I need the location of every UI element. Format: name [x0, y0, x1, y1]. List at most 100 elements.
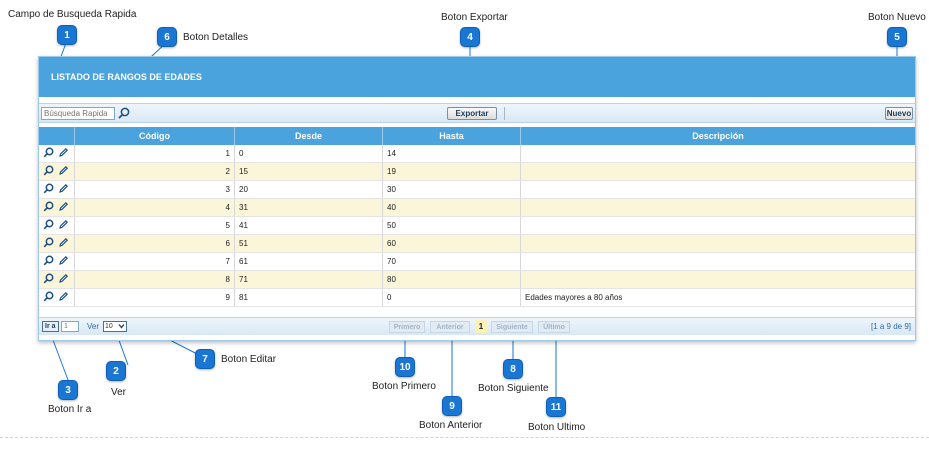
details-icon[interactable]: [43, 291, 54, 304]
callout-badge-5: 5: [887, 27, 907, 47]
callout-label-export: Boton Exportar: [441, 12, 508, 23]
panel-title: LISTADO DE RANGOS DE EDADES: [39, 57, 915, 97]
cell-to: 60: [383, 235, 521, 252]
header-code[interactable]: Código: [75, 127, 235, 145]
cell-desc: [521, 217, 915, 234]
row-actions: [39, 217, 75, 234]
cell-from: 31: [235, 199, 383, 216]
table-row: 4 31 40: [39, 199, 915, 217]
cell-desc: [521, 235, 915, 252]
previous-page-button[interactable]: Anterior: [430, 321, 470, 333]
header-actions: [39, 127, 75, 145]
next-page-button[interactable]: Siguiente: [491, 321, 533, 333]
details-icon[interactable]: [43, 219, 54, 232]
age-ranges-panel: LISTADO DE RANGOS DE EDADES Exportar Nue…: [38, 56, 916, 341]
header-desc[interactable]: Descripción: [521, 127, 915, 145]
details-icon[interactable]: [43, 147, 54, 160]
table-row: 3 20 30: [39, 181, 915, 199]
cell-from: 81: [235, 289, 383, 306]
table-row: 5 41 50: [39, 217, 915, 235]
cell-from: 51: [235, 235, 383, 252]
callout-label-first: Boton Primero: [372, 381, 436, 392]
callout-badge-7: 7: [195, 349, 215, 369]
rows-per-page-value: 10: [105, 323, 113, 330]
current-page: 1: [475, 320, 487, 333]
details-icon[interactable]: [43, 273, 54, 286]
bottom-divider: [0, 437, 929, 438]
cell-desc: [521, 181, 915, 198]
row-actions: [39, 253, 75, 270]
cell-code: 3: [75, 181, 235, 198]
goto-button[interactable]: Ir a: [42, 321, 59, 332]
search-icon[interactable]: [117, 106, 131, 120]
cell-to: 50: [383, 217, 521, 234]
cell-to: 40: [383, 199, 521, 216]
edit-icon[interactable]: [58, 165, 69, 178]
details-icon[interactable]: [43, 165, 54, 178]
details-icon[interactable]: [43, 201, 54, 214]
header-from[interactable]: Desde: [235, 127, 383, 145]
table-row: 8 71 80: [39, 271, 915, 289]
table-row: 9 81 0 Edades mayores a 80 años: [39, 289, 915, 307]
quick-search-input[interactable]: [41, 107, 115, 120]
edit-icon[interactable]: [58, 237, 69, 250]
details-icon[interactable]: [43, 237, 54, 250]
edit-icon[interactable]: [58, 273, 69, 286]
goto-page-input[interactable]: 1: [61, 321, 79, 332]
row-actions: [39, 289, 75, 306]
cell-desc: Edades mayores a 80 años: [525, 293, 623, 302]
callout-badge-9: 9: [442, 396, 462, 416]
cell-from: 61: [235, 253, 383, 270]
cell-to: 0: [383, 289, 521, 306]
cell-from: 71: [235, 271, 383, 288]
table-row: 2 15 19: [39, 163, 915, 181]
callout-badge-2: 2: [106, 361, 126, 381]
edit-icon[interactable]: [58, 201, 69, 214]
details-icon[interactable]: [43, 255, 54, 268]
row-actions: [39, 271, 75, 288]
edit-icon[interactable]: [58, 255, 69, 268]
callout-label-next: Boton Siguiente: [478, 383, 549, 394]
export-button[interactable]: Exportar: [447, 107, 497, 120]
header-to[interactable]: Hasta: [383, 127, 521, 145]
callout-badge-11: 11: [546, 397, 566, 417]
callout-label-edit: Boton Editar: [221, 354, 277, 365]
last-page-button[interactable]: Último: [538, 321, 570, 333]
row-actions: [39, 181, 75, 198]
cell-to: 30: [383, 181, 521, 198]
callout-label-last: Boton Ultimo: [528, 422, 586, 433]
edit-icon[interactable]: [58, 183, 69, 196]
row-actions: [39, 199, 75, 216]
table-row: 6 51 60: [39, 235, 915, 253]
edit-icon[interactable]: [58, 147, 69, 160]
callout-label-goto: Boton Ir a: [48, 404, 92, 415]
details-icon[interactable]: [43, 183, 54, 196]
cell-to: 70: [383, 253, 521, 270]
cell-from: 15: [235, 163, 383, 180]
toolbar: Exportar Nuevo: [39, 103, 915, 123]
edit-icon[interactable]: [58, 219, 69, 232]
cell-code: 7: [75, 253, 235, 270]
callout-label-details: Boton Detalles: [183, 32, 249, 43]
callout-label-quick-search: Campo de Busqueda Rapida: [8, 9, 137, 20]
callout-label-previous: Boton Anterior: [419, 420, 483, 431]
cell-from: 0: [235, 145, 383, 162]
pager: Ir a 1 Ver 10 Primero Anterior 1 Siguien…: [39, 317, 915, 335]
age-ranges-grid: Código Desde Hasta Descripción 1 0 14 2 15 19…: [39, 127, 915, 307]
row-actions: [39, 163, 75, 180]
cell-code: 6: [75, 235, 235, 252]
callout-badge-4: 4: [460, 27, 480, 47]
rows-per-page-select[interactable]: 10: [103, 321, 127, 332]
pager-info: [1 a 9 de 9]: [870, 322, 911, 331]
new-button[interactable]: Nuevo: [885, 107, 913, 120]
edit-icon[interactable]: [58, 291, 69, 304]
cell-to: 19: [383, 163, 521, 180]
first-page-button[interactable]: Primero: [389, 321, 425, 333]
toolbar-divider: [504, 107, 505, 120]
cell-desc: [521, 145, 915, 162]
cell-desc: [521, 271, 915, 288]
grid-body: 1 0 14 2 15 19 3 20 30 4 31 40 5 41 50 6 51 60 7 61 70 8 71 80 9…: [39, 145, 915, 307]
grid-header: Código Desde Hasta Descripción: [39, 127, 915, 145]
cell-from: 41: [235, 217, 383, 234]
chevron-down-icon: [118, 323, 125, 331]
